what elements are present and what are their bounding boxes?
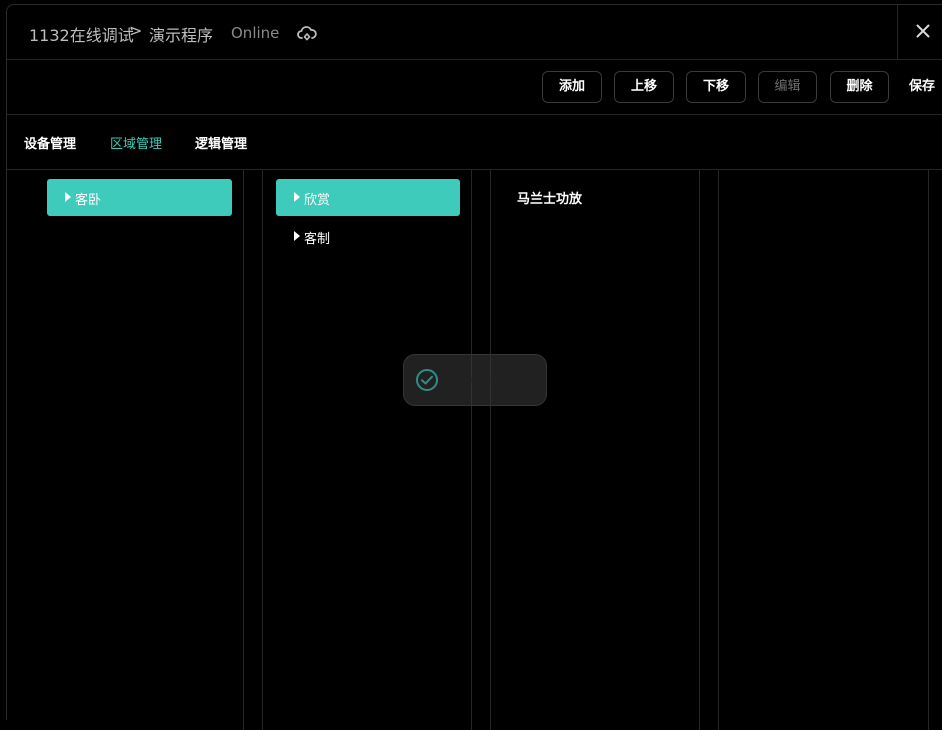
area-item-label: 客卧 (75, 193, 102, 208)
tab-area-management[interactable]: 区域管理 (110, 133, 162, 152)
column-divider (471, 170, 472, 730)
save-button[interactable]: 保存 (901, 71, 942, 103)
close-icon (916, 24, 930, 38)
column-divider (928, 170, 929, 730)
column-divider (243, 170, 244, 730)
add-button[interactable]: 添加 (542, 71, 602, 103)
edit-button[interactable]: 编辑 (758, 71, 817, 103)
move-down-button[interactable]: 下移 (686, 71, 746, 103)
tab-bar: 设备管理 区域管理 逻辑管理 (7, 115, 942, 170)
subarea-item-label: 欣赏 (304, 193, 331, 208)
subarea-item-appreciate[interactable]: 欣赏 (276, 179, 460, 216)
cloud-sync-icon[interactable] (297, 25, 317, 43)
caret-right-icon (294, 192, 300, 202)
tab-logic-management[interactable]: 逻辑管理 (195, 133, 247, 152)
subarea-item-label: 客制 (304, 232, 331, 247)
column-divider (718, 170, 719, 730)
breadcrumb-separator: > (129, 21, 143, 40)
caret-right-icon (294, 231, 300, 241)
toast-message: 删除成功 (447, 375, 491, 388)
breadcrumb-project[interactable]: 1132在线调试 (29, 22, 134, 46)
app-window: 1132在线调试 > 演示程序 Online 添加 上移 下移 编辑 删除 保存… (6, 4, 942, 730)
title-bar: 1132在线调试 > 演示程序 Online (7, 5, 942, 60)
area-item-guest-bedroom[interactable]: 客卧 (47, 179, 232, 216)
success-toast: 删除成功 (403, 354, 547, 406)
breadcrumb-program: 演示程序 (149, 26, 214, 45)
delete-button[interactable]: 删除 (830, 71, 889, 103)
connection-status: Online (231, 24, 280, 42)
move-up-button[interactable]: 上移 (614, 71, 674, 103)
column-divider (699, 170, 700, 730)
toolbar: 添加 上移 下移 编辑 删除 保存 (7, 60, 942, 115)
tab-device-management[interactable]: 设备管理 (24, 133, 76, 152)
check-circle-icon (416, 369, 438, 391)
column-divider (262, 170, 263, 730)
device-item-marantz-amplifier[interactable]: 马兰士功放 (517, 188, 582, 207)
column-divider (490, 170, 491, 730)
caret-right-icon (65, 192, 71, 202)
subarea-item-custom[interactable]: 客制 (276, 218, 460, 255)
close-button[interactable] (897, 5, 942, 59)
